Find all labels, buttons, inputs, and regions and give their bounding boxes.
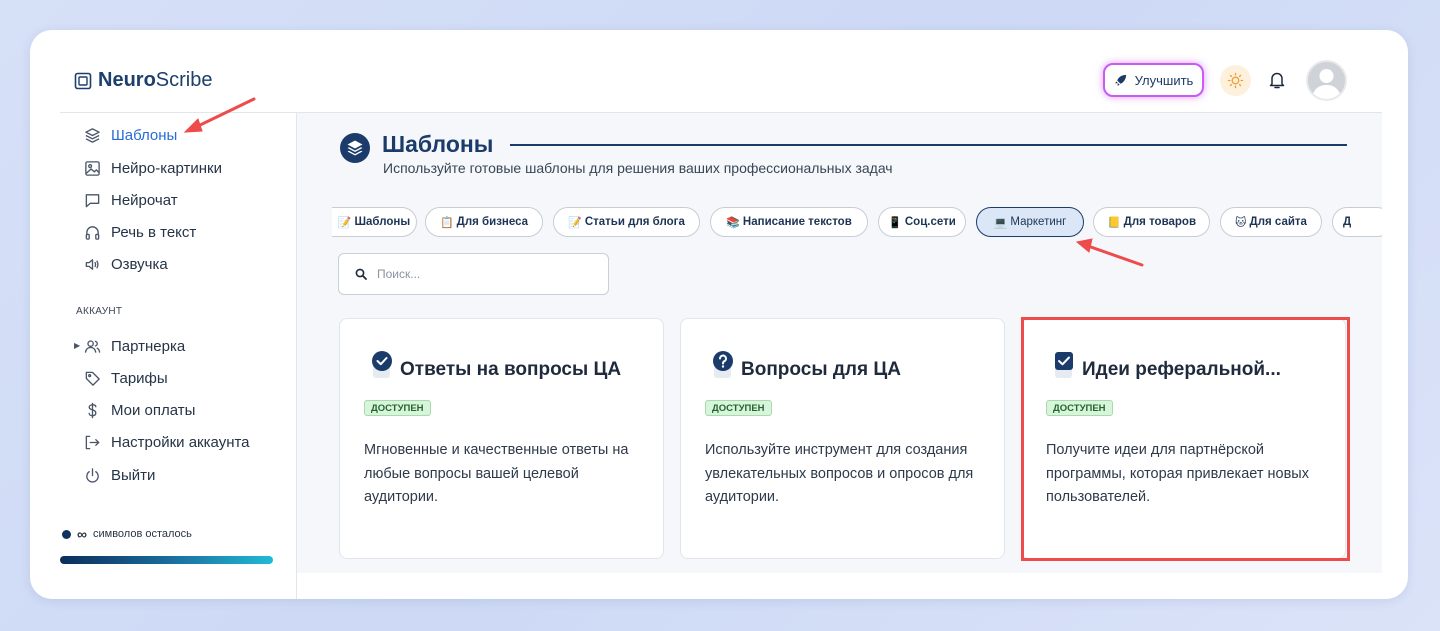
sidebar-item-account-settings[interactable]: Настройки аккаунта [84,431,250,453]
credits-value: ∞ [77,526,87,542]
layers-icon [85,127,100,143]
theme-toggle[interactable] [1220,65,1251,96]
dollar-icon [88,402,97,418]
chip-label: Написание текстов [742,216,852,228]
credits-label: символов осталось [92,528,192,540]
expand-caret-icon[interactable]: ▶ [74,341,80,350]
title-divider [510,144,1347,146]
chip-emoji-icon: 📱 [888,216,902,229]
status-badge: ДОСТУПЕН [705,400,772,416]
users-icon [84,339,101,353]
power-icon [86,467,99,483]
sidebar-item-payments[interactable]: Мои оплаты [84,399,195,421]
template-card[interactable]: Ответы на вопросы ЦА ДОСТУПЕН Мгновенные… [339,318,664,559]
chip-business[interactable]: 📋 Для бизнеса [425,207,543,237]
chip-emoji-icon: 📝 [337,216,352,229]
sidebar-item-label: Настройки аккаунта [111,433,250,451]
sidebar-item-partner[interactable]: Партнерка [84,335,185,357]
chip-marketing[interactable]: 💻 Маркетинг [976,207,1084,237]
chip-text-writing[interactable]: 📚 Написание текстов [710,207,868,237]
sidebar-item-label: Нейро-картинки [111,159,222,177]
upgrade-button[interactable]: Улучшить [1103,63,1204,97]
top-header: NeuroScribe Улучшить [30,30,1408,112]
sidebar-item-templates[interactable]: Шаблоны [84,124,177,146]
page-title: Шаблоны [382,131,494,157]
avatar[interactable] [1306,60,1347,101]
highlight-annotation [1021,317,1350,561]
notifications-button[interactable] [1266,68,1288,92]
bell-icon [1269,72,1285,89]
rocket-icon [1114,74,1126,86]
chip-label: Для товаров [1123,216,1197,228]
chip-website[interactable]: 🐱 Для сайта [1220,207,1322,237]
sidebar-item-neuro-images[interactable]: Нейро-картинки [84,157,222,179]
sidebar-item-logout[interactable]: Выйти [84,464,155,486]
search-placeholder: Поиск... [377,267,421,281]
credits-indicator: ∞ символов осталось [62,526,192,542]
chip-label: Для сайта [1249,216,1307,228]
sidebar-item-label: Тарифы [111,369,168,387]
chip-templates[interactable]: 📝 Шаблоны [332,207,417,237]
page-subtitle: Используйте готовые шаблоны для решения … [383,160,893,176]
sun-icon [1227,72,1244,89]
sidebar-item-label: Партнерка [111,337,186,355]
image-icon [85,160,100,176]
app-window: NeuroScribe Улучшить Шаблоны Нейро-карти… [30,30,1408,599]
template-card[interactable]: Вопросы для ЦА ДОСТУПЕН Используйте инст… [680,318,1005,559]
chip-label: Д [1343,216,1352,228]
chip-more[interactable]: Д [1332,207,1382,237]
category-chips: 📝 Шаблоны 📋 Для бизнеса 📝 Статьи для блога … [332,207,1382,237]
sidebar-item-label: Мои оплаты [111,401,196,419]
layers-icon [340,133,370,163]
chip-social[interactable]: 📱 Соц.сети [878,207,966,237]
search-icon [355,268,367,280]
brand-bold: Neuro [98,69,156,91]
user-avatar-icon [1308,62,1345,99]
status-dot [62,529,71,539]
speaker-icon [85,258,99,270]
sidebar-item-label: Нейрочат [111,191,178,209]
sidebar-item-speech-to-text[interactable]: Речь в текст [84,221,196,243]
chip-label: Маркетинг [1010,216,1067,228]
tag-icon [85,371,100,386]
chip-label: Для бизнеса [456,216,529,228]
brand-regular: Scribe [155,69,213,91]
chip-label: Статьи для блога [584,216,685,228]
chip-emoji-icon: 🐱 [1235,216,1247,229]
card-title: Вопросы для ЦА [741,359,901,380]
chip-emoji-icon: 💻 [993,216,1008,229]
chip-products[interactable]: 📒 Для товаров [1093,207,1210,237]
sidebar-item-voiceover[interactable]: Озвучка [84,253,168,275]
sidebar-item-label: Речь в текст [111,223,197,241]
account-section-label: АККАУНТ [76,306,123,317]
status-badge: ДОСТУПЕН [364,400,431,416]
chat-icon [85,193,100,207]
login-icon [85,435,100,449]
chip-emoji-icon: 📝 [568,216,582,229]
chip-label: Соц.сети [904,216,956,228]
card-description: Используйте инструмент для создания увле… [705,442,974,505]
chip-emoji-icon: 📋 [439,216,454,229]
sidebar-item-tariffs[interactable]: Тарифы [84,367,168,389]
card-title: Ответы на вопросы ЦА [400,359,622,380]
question-circle-icon [713,351,733,378]
sidebar-item-neurochat[interactable]: Нейрочат [84,189,178,211]
sidebar-item-label: Шаблоны [111,126,178,144]
headphones-icon [85,225,100,240]
credits-progress-bar [60,556,273,564]
logo[interactable]: NeuroScribe [74,69,213,92]
check-circle-icon [372,351,392,378]
chip-emoji-icon: 📚 [726,216,740,229]
search-input[interactable]: Поиск... [338,253,609,295]
chip-label: Шаблоны [354,216,411,228]
chip-blog-articles[interactable]: 📝 Статьи для блога [553,207,700,237]
sidebar-item-label: Выйти [111,466,156,484]
sidebar-item-label: Озвучка [111,255,168,273]
upgrade-label: Улучшить [1134,72,1194,88]
chip-emoji-icon: 📒 [1106,216,1121,229]
logo-icon [74,72,92,89]
card-description: Мгновенные и качественные ответы на любы… [364,442,629,505]
